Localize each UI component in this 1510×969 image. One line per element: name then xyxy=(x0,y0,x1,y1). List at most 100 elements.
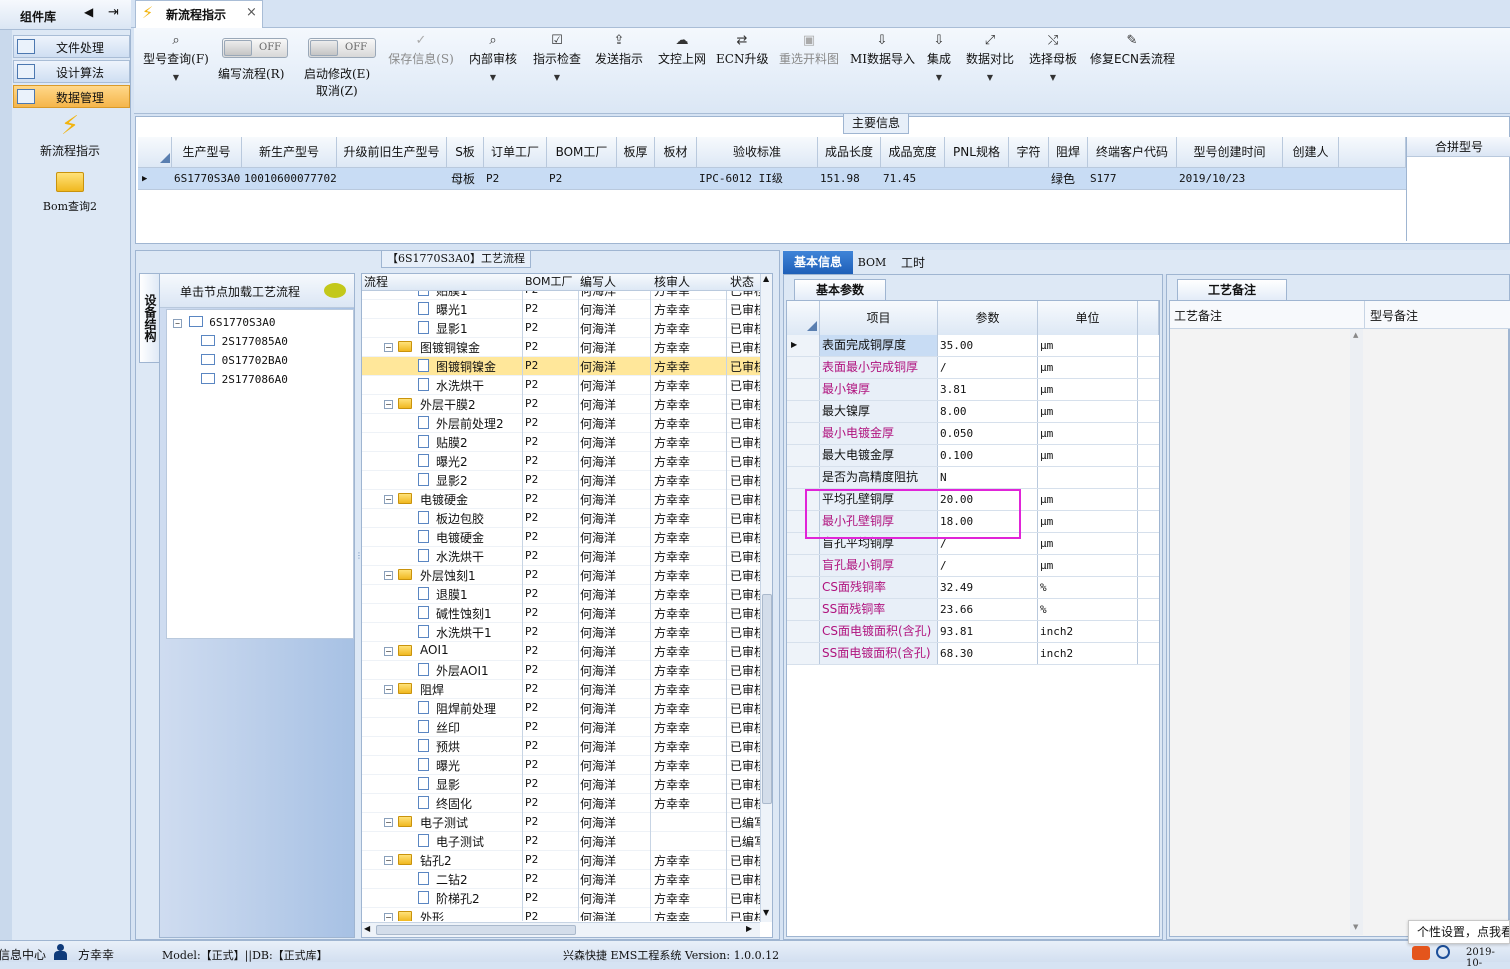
tab-bom[interactable]: BOM xyxy=(857,253,887,273)
flow-row[interactable]: 显影1 P2 何海洋 方幸幸 已审核 xyxy=(362,319,762,338)
collapse-icon[interactable]: − xyxy=(384,343,393,352)
horizontal-scrollbar[interactable]: ◀ ▶ xyxy=(362,922,760,937)
param-row[interactable]: 表面最小完成铜厚 / μm xyxy=(787,357,1159,379)
dropdown-arrow-icon[interactable]: ▼ xyxy=(922,73,956,82)
col-flow-bom[interactable]: BOM工厂 xyxy=(525,274,573,290)
scroll-up-icon[interactable]: ▲ xyxy=(1353,331,1358,339)
save-info-button[interactable]: ✓ 保存信息(S) xyxy=(386,32,456,92)
flow-row[interactable]: 显影2 P2 何海洋 方幸幸 已审核 xyxy=(362,471,762,490)
col-standard[interactable]: 验收标准 xyxy=(697,137,818,167)
flow-row[interactable]: 水洗烘干1 P2 何海洋 方幸幸 已审核 xyxy=(362,623,762,642)
collapse-icon[interactable]: − xyxy=(384,856,393,865)
model-remark-textarea[interactable] xyxy=(1365,329,1509,935)
flow-row[interactable]: − 外层蚀刻1 P2 何海洋 方幸幸 已审核 xyxy=(362,566,762,585)
flow-row[interactable]: 水洗烘干 P2 何海洋 方幸幸 已审核 xyxy=(362,376,762,395)
col-order-factory[interactable]: 订单工厂 xyxy=(484,137,547,167)
remarks-tab[interactable]: 工艺备注 xyxy=(1177,279,1287,300)
remark-scrollbar[interactable]: ▲ ▼ xyxy=(1350,329,1363,935)
model-query-button[interactable]: ⌕ 型号查询(F) ▼ xyxy=(140,32,212,92)
param-value[interactable]: / xyxy=(938,357,1038,378)
col-sboard[interactable]: S板 xyxy=(447,137,484,167)
col-value[interactable]: 参数 xyxy=(938,301,1038,335)
param-value[interactable]: 32.49 xyxy=(938,577,1038,598)
param-row[interactable]: 最大镍厚 8.00 μm xyxy=(787,401,1159,423)
param-value[interactable]: 93.81 xyxy=(938,621,1038,642)
dropdown-arrow-icon[interactable]: ▼ xyxy=(1026,73,1080,82)
col-writer[interactable]: 编写人 xyxy=(580,274,616,290)
collapse-icon[interactable]: − xyxy=(384,647,393,656)
col-material[interactable]: 板材 xyxy=(655,137,697,167)
flow-row[interactable]: 预烘 P2 何海洋 方幸幸 已审核 xyxy=(362,737,762,756)
col-unit[interactable]: 单位 xyxy=(1038,301,1138,335)
tree-node-child[interactable]: 2S177085A0 xyxy=(201,333,288,351)
flow-row[interactable]: 电子测试 P2 何海洋 已编写 xyxy=(362,832,762,851)
flow-row[interactable]: 曝光 P2 何海洋 方幸幸 已审核 xyxy=(362,756,762,775)
param-value[interactable]: 0.100 xyxy=(938,445,1038,466)
scroll-left-icon[interactable]: ◀ xyxy=(364,924,370,933)
tool-new-flow[interactable]: ⚡ 新流程指示 xyxy=(20,110,120,164)
instruction-check-button[interactable]: ☑ 指示检查 ▼ xyxy=(530,32,584,92)
param-row[interactable]: 最小电镀金厚 0.050 μm xyxy=(787,423,1159,445)
dropdown-arrow-icon[interactable]: ▼ xyxy=(964,73,1016,82)
table-row[interactable]: ▶ 6S1770S3A0 10010600077702 母板 P2 P2 IPC… xyxy=(138,168,1406,190)
notification-icon[interactable] xyxy=(1412,946,1430,960)
collapse-icon[interactable]: − xyxy=(384,913,393,921)
scroll-up-icon[interactable]: ▲ xyxy=(763,274,769,283)
param-row[interactable]: CS面电镀面积(含孔) 93.81 inch2 xyxy=(787,621,1159,643)
flow-row[interactable]: − 外形 P2 何海洋 方幸幸 已审核 xyxy=(362,908,762,921)
start-modify-toggle[interactable]: OFF xyxy=(308,38,376,58)
param-row[interactable]: 盲孔最小铜厚 / μm xyxy=(787,555,1159,577)
param-row[interactable]: 最小镍厚 3.81 μm xyxy=(787,379,1159,401)
close-icon[interactable]: × xyxy=(246,5,257,20)
dropdown-arrow-icon[interactable]: ▼ xyxy=(466,73,520,82)
col-new-prod-no[interactable]: 新生产型号 xyxy=(242,137,337,167)
param-row[interactable]: 是否为高精度阻抗 N xyxy=(787,467,1159,489)
flow-row[interactable]: 丝印 P2 何海洋 方幸幸 已审核 xyxy=(362,718,762,737)
flow-row[interactable]: 贴膜1 P2 何海洋 方幸幸 已审核 xyxy=(362,291,762,300)
col-pnl[interactable]: PNL规格 xyxy=(945,137,1009,167)
publish-online-button[interactable]: ☁ 文控上网 xyxy=(654,32,710,92)
param-row[interactable]: SS面电镀面积(含孔) 68.30 inch2 xyxy=(787,643,1159,665)
flow-row[interactable]: 显影 P2 何海洋 方幸幸 已审核 xyxy=(362,775,762,794)
process-remark-textarea[interactable] xyxy=(1170,329,1364,935)
param-value[interactable]: N xyxy=(938,467,1038,488)
param-value[interactable]: / xyxy=(938,555,1038,576)
flow-row[interactable]: 贴膜2 P2 何海洋 方幸幸 已审核 xyxy=(362,433,762,452)
flow-row[interactable]: 板边包胶 P2 何海洋 方幸幸 已审核 xyxy=(362,509,762,528)
flow-row[interactable]: − AOI1 P2 何海洋 方幸幸 已审核 xyxy=(362,642,762,661)
internal-audit-button[interactable]: ⌕ 内部审核 ▼ xyxy=(466,32,520,92)
flow-row[interactable]: 图镀铜镍金 P2 何海洋 方幸幸 已审核 xyxy=(362,357,762,376)
col-flow[interactable]: 流程 xyxy=(364,274,388,290)
param-row[interactable]: ▶ 表面完成铜厚度 35.00 μm xyxy=(787,335,1159,357)
flow-row[interactable]: 二钻2 P2 何海洋 方幸幸 已审核 xyxy=(362,870,762,889)
sidebar-item-algorithm[interactable]: 设计算法 xyxy=(13,60,130,83)
integrate-button[interactable]: ⇩ 集成 ▼ xyxy=(922,32,956,92)
col-bom-factory[interactable]: BOM工厂 xyxy=(547,137,617,167)
cancel-label[interactable]: 取消(Z) xyxy=(316,82,358,99)
col-old-prod-no[interactable]: 升级前旧生产型号 xyxy=(337,137,447,167)
col-char[interactable]: 字符 xyxy=(1009,137,1049,167)
param-value[interactable]: 68.30 xyxy=(938,643,1038,664)
collapse-icon[interactable]: − xyxy=(384,571,393,580)
flow-row[interactable]: 退膜1 P2 何海洋 方幸幸 已审核 xyxy=(362,585,762,604)
tool-bom-query[interactable]: Bom查询2 xyxy=(20,168,120,216)
scroll-thumb[interactable] xyxy=(762,594,772,804)
flow-row[interactable]: − 钻孔2 P2 何海洋 方幸幸 已审核 xyxy=(362,851,762,870)
reselect-cut-drawing-button[interactable]: ▣ 重选开料图 xyxy=(774,32,844,92)
flow-row[interactable]: 阶梯孔2 P2 何海洋 方幸幸 已审核 xyxy=(362,889,762,908)
flow-row[interactable]: 曝光2 P2 何海洋 方幸幸 已审核 xyxy=(362,452,762,471)
vertical-scrollbar[interactable]: ▲ ▼ xyxy=(760,274,772,922)
tab-hours[interactable]: 工时 xyxy=(895,253,931,273)
flow-row[interactable]: − 阻焊 P2 何海洋 方幸幸 已审核 xyxy=(362,680,762,699)
flow-row[interactable]: 外层AOI1 P2 何海洋 方幸幸 已审核 xyxy=(362,661,762,680)
side-tab-equipment[interactable]: 设备结构 xyxy=(139,273,159,363)
flow-row[interactable]: 终固化 P2 何海洋 方幸幸 已审核 xyxy=(362,794,762,813)
pin-icon[interactable]: ⇥ xyxy=(108,5,119,20)
params-tab[interactable]: 基本参数 xyxy=(794,279,886,300)
flow-row[interactable]: 碱性蚀刻1 P2 何海洋 方幸幸 已审核 xyxy=(362,604,762,623)
param-row[interactable]: CS面残铜率 32.49% xyxy=(787,577,1159,599)
tree-node-root[interactable]: − 6S1770S3A0 xyxy=(173,314,275,332)
param-value[interactable]: 8.00 xyxy=(938,401,1038,422)
param-value[interactable]: 0.050 xyxy=(938,423,1038,444)
info-center-label[interactable]: 信息中心 xyxy=(0,946,46,963)
